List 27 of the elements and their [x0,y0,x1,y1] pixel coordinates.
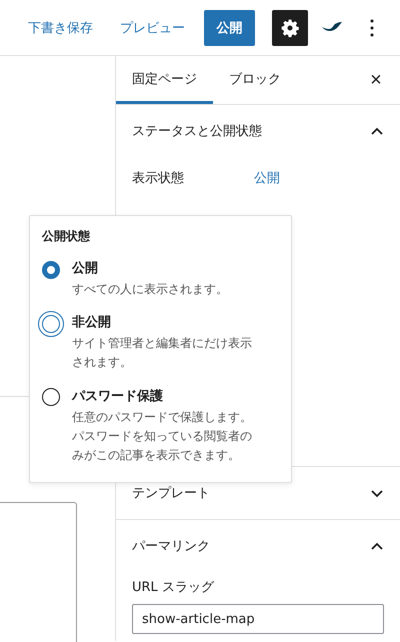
settings-button[interactable] [272,10,308,46]
panel-title[interactable]: テンプレート [132,484,210,502]
preview-link[interactable]: プレビュー [120,18,185,36]
gear-icon [280,18,300,38]
visibility-link[interactable]: 公開 [254,169,280,187]
save-draft-link[interactable]: 下書き保存 [28,18,93,36]
option-description: サイト管理者と編集者にだけ表示されます。 [72,335,253,372]
field-label: URL スラッグ [132,579,216,596]
popover-title: 公開状態 [42,228,91,245]
option-description: すべての人に表示されます。 [72,281,229,298]
input-field[interactable]: show-article-map [132,604,384,634]
chevron-icon[interactable] [370,488,384,498]
more-options-icon[interactable] [370,18,374,36]
publish-button[interactable]: 公開 [204,10,255,46]
option-label[interactable]: 公開 [72,259,262,277]
chevron-icon[interactable] [370,126,384,136]
sidebar-tab[interactable]: ブロック [213,56,297,104]
radio-button[interactable] [38,311,64,338]
sidebar-tab[interactable]: 固定ページ [116,56,213,104]
close-button[interactable]: × [352,56,400,104]
chevron-icon[interactable] [370,542,384,550]
option-label[interactable]: パスワード保護 [72,386,262,405]
panel-title[interactable]: ステータスと公開状態 [132,122,262,140]
panel-title[interactable]: パーマリンク [132,537,210,555]
row-label: 表示状態 [132,170,185,187]
option-label[interactable]: 非公開 [72,313,262,332]
option-description: 任意のパスワードで保護します。パスワードを知っている閲覧者のみがこの記事を表示できます。 [72,408,253,464]
